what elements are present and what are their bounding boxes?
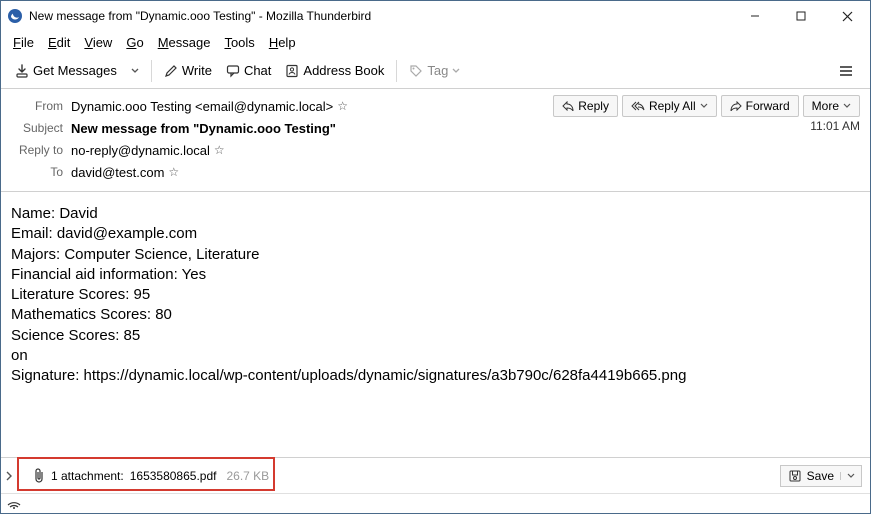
- star-icon[interactable]: ☆: [214, 143, 225, 157]
- reply-all-label: Reply All: [649, 99, 696, 113]
- body-line: Financial aid information: Yes: [11, 265, 860, 285]
- save-attachment-button[interactable]: Save: [780, 465, 862, 487]
- app-menu-button[interactable]: [830, 60, 862, 82]
- maximize-button[interactable]: [778, 1, 824, 31]
- address-book-button[interactable]: Address Book: [279, 59, 390, 82]
- write-label: Write: [182, 63, 212, 78]
- body-line: Email: david@example.com: [11, 224, 860, 244]
- reply-button[interactable]: Reply: [553, 95, 618, 117]
- body-line: Name: David: [11, 204, 860, 224]
- chat-button[interactable]: Chat: [220, 59, 277, 82]
- subject-label: Subject: [11, 121, 63, 135]
- attachment-bar: 1 attachment: 1653580865.pdf 26.7 KB Sav…: [1, 457, 870, 493]
- get-messages-dropdown[interactable]: [125, 63, 145, 79]
- get-messages-label: Get Messages: [33, 63, 117, 78]
- body-line: Science Scores: 85: [11, 326, 860, 346]
- menu-view[interactable]: View: [78, 34, 118, 51]
- reply-all-button[interactable]: Reply All: [622, 95, 717, 117]
- to-label: To: [11, 165, 63, 179]
- minimize-button[interactable]: [732, 1, 778, 31]
- attachment-filename[interactable]: 1653580865.pdf: [130, 469, 217, 483]
- window-controls: [732, 1, 870, 31]
- chat-icon: [226, 64, 240, 78]
- address-book-icon: [285, 64, 299, 78]
- from-label: From: [11, 99, 63, 113]
- menu-message[interactable]: Message: [152, 34, 217, 51]
- menu-edit[interactable]: Edit: [42, 34, 76, 51]
- menubar: File Edit View Go Message Tools Help: [1, 31, 870, 53]
- statusbar: [1, 493, 870, 513]
- separator: [151, 60, 152, 82]
- tag-icon: [409, 64, 423, 78]
- download-icon: [15, 64, 29, 78]
- message-actions: Reply Reply All Forward More: [553, 95, 860, 117]
- window-title: New message from "Dynamic.ooo Testing" -…: [29, 9, 732, 23]
- attachment-count[interactable]: 1 attachment:: [51, 469, 124, 483]
- forward-icon: [730, 101, 742, 111]
- star-icon[interactable]: ☆: [337, 99, 348, 113]
- separator: [396, 60, 397, 82]
- chat-label: Chat: [244, 63, 271, 78]
- attachment-size: 26.7 KB: [226, 469, 269, 483]
- more-button[interactable]: More: [803, 95, 860, 117]
- close-button[interactable]: [824, 1, 870, 31]
- reply-to-label: Reply to: [11, 143, 63, 157]
- message-time: 11:01 AM: [810, 119, 860, 133]
- body-line: Mathematics Scores: 80: [11, 305, 860, 325]
- message-headers: Reply Reply All Forward More 11:01 AM Fr…: [1, 89, 870, 192]
- message-body: Name: David Email: david@example.com Maj…: [1, 192, 870, 457]
- subject-value: New message from "Dynamic.ooo Testing": [71, 121, 336, 136]
- get-messages-button[interactable]: Get Messages: [9, 59, 123, 82]
- from-value[interactable]: Dynamic.ooo Testing <email@dynamic.local…: [71, 99, 333, 114]
- body-line: Majors: Computer Science, Literature: [11, 245, 860, 265]
- thunderbird-icon: [7, 8, 23, 24]
- menu-help[interactable]: Help: [263, 34, 302, 51]
- forward-label: Forward: [746, 99, 790, 113]
- menu-file[interactable]: File: [7, 34, 40, 51]
- online-status-icon[interactable]: [7, 498, 21, 510]
- attachment-expand[interactable]: [5, 471, 19, 481]
- menu-go[interactable]: Go: [120, 34, 149, 51]
- to-value[interactable]: david@test.com: [71, 165, 164, 180]
- save-dropdown[interactable]: [840, 472, 855, 480]
- pencil-icon: [164, 64, 178, 78]
- menu-tools[interactable]: Tools: [218, 34, 260, 51]
- save-label: Save: [807, 469, 834, 483]
- body-line: on: [11, 346, 860, 366]
- tag-label: Tag: [427, 63, 448, 78]
- body-line: Literature Scores: 95: [11, 285, 860, 305]
- titlebar: New message from "Dynamic.ooo Testing" -…: [1, 1, 870, 31]
- forward-button[interactable]: Forward: [721, 95, 799, 117]
- reply-all-icon: [631, 101, 645, 111]
- reply-icon: [562, 101, 574, 111]
- body-line: Signature: https://dynamic.local/wp-cont…: [11, 366, 860, 386]
- paperclip-icon: [33, 468, 45, 484]
- reply-label: Reply: [578, 99, 609, 113]
- address-book-label: Address Book: [303, 63, 384, 78]
- write-button[interactable]: Write: [158, 59, 218, 82]
- save-icon: [789, 470, 801, 482]
- thunderbird-window: New message from "Dynamic.ooo Testing" -…: [0, 0, 871, 514]
- toolbar: Get Messages Write Chat Address Book Tag: [1, 53, 870, 89]
- star-icon[interactable]: ☆: [168, 165, 179, 179]
- more-label: More: [812, 99, 839, 113]
- reply-to-value[interactable]: no-reply@dynamic.local: [71, 143, 210, 158]
- tag-button[interactable]: Tag: [403, 59, 466, 82]
